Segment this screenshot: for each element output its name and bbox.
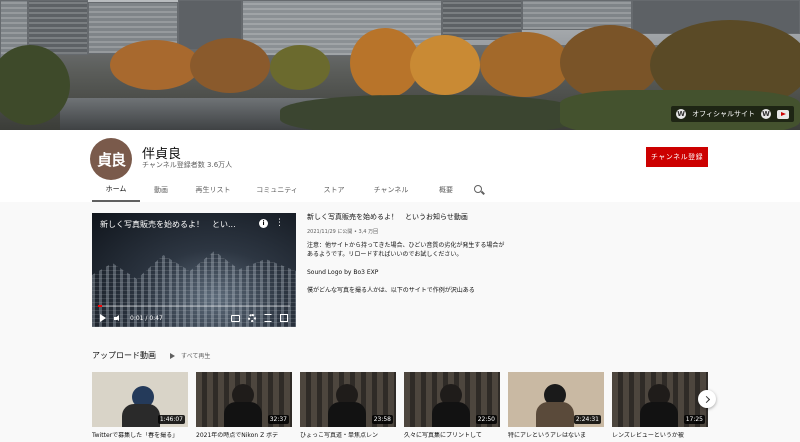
captions-icon[interactable] xyxy=(231,314,240,322)
thumbnail-figure xyxy=(432,402,470,427)
tab-channels[interactable]: チャンネル xyxy=(358,178,424,202)
video-card[interactable]: 2:24:31 特にアレというアレはないま xyxy=(508,372,604,440)
featured-body: 注意：他サイトから持ってきた場合、ひどい音質の劣化が発生する場合があるようです。… xyxy=(307,241,507,295)
banner-tree xyxy=(410,35,480,95)
uploads-title[interactable]: アップロード動画 xyxy=(92,350,156,361)
thumbnail-figure xyxy=(536,402,574,427)
video-card[interactable]: 22:50 久々に写真集にプリントして xyxy=(404,372,500,440)
wordpress-icon[interactable]: W xyxy=(761,109,771,119)
description-paragraph: 僕がどんな写真を撮る人かは、以下のサイトで作例が沢山ある xyxy=(307,287,475,294)
play-all-label: すべて再生 xyxy=(181,353,211,360)
video-duration: 23:58 xyxy=(371,415,393,424)
uploads-header: アップロード動画 すべて再生 xyxy=(92,350,210,361)
banner-links: W オフィシャルサイト W xyxy=(671,106,794,122)
banner-tree xyxy=(560,25,660,100)
play-icon[interactable] xyxy=(100,314,106,322)
wordpress-icon[interactable]: W xyxy=(676,109,687,119)
time-display: 0:01 / 0:47 xyxy=(130,314,163,322)
video-duration: 32:37 xyxy=(267,415,289,424)
channel-banner: W オフィシャルサイト W xyxy=(0,0,800,130)
thumbnail-figure xyxy=(122,404,160,427)
video-title[interactable]: 久々に写真集にプリントして xyxy=(404,432,500,440)
banner-tree xyxy=(270,45,330,90)
gear-icon[interactable] xyxy=(248,314,256,322)
thumbnail-figure xyxy=(640,402,678,427)
banner-tree xyxy=(280,95,580,130)
time-total: 0:47 xyxy=(149,314,163,322)
fullscreen-icon[interactable] xyxy=(280,314,288,322)
video-duration: 22:50 xyxy=(475,415,497,424)
video-thumbnail[interactable]: 32:37 xyxy=(196,372,292,427)
player-controls: 0:01 / 0:47 xyxy=(92,309,296,327)
description-paragraph: 注意：他サイトから持ってきた場合、ひどい音質の劣化が発生する場合があるようです。… xyxy=(307,242,505,258)
more-icon[interactable]: ⋮ xyxy=(275,218,284,228)
info-icon[interactable]: i xyxy=(259,219,268,228)
video-duration: 2:24:31 xyxy=(573,415,601,424)
tab-community[interactable]: コミュニティ xyxy=(244,178,310,202)
player-controls-right xyxy=(231,314,288,322)
official-site-link[interactable]: オフィシャルサイト xyxy=(692,109,755,119)
play-all-button[interactable]: すべて再生 xyxy=(170,351,210,360)
video-title[interactable]: ひょっこ写真道・単焦点レン xyxy=(300,432,396,440)
video-duration: 17:25 xyxy=(683,415,705,424)
tab-videos[interactable]: 動画 xyxy=(140,178,182,202)
video-card[interactable]: 17:25 レンズレビューというか被 xyxy=(612,372,708,440)
progress-bar[interactable] xyxy=(98,305,290,307)
tab-store[interactable]: ストア xyxy=(310,178,358,202)
video-title[interactable]: 特にアレというアレはないま xyxy=(508,432,604,440)
video-thumbnail[interactable]: 23:58 xyxy=(300,372,396,427)
uploads-shelf: 1:46:07 Twitterで募集した「春を撮る」 32:37 2021年の時… xyxy=(92,372,708,440)
chevron-right-icon xyxy=(702,395,710,403)
description-paragraph: Sound Logo by Bo3 EXP xyxy=(307,269,379,276)
play-icon xyxy=(170,352,175,359)
video-thumbnail[interactable]: 1:46:07 xyxy=(92,372,188,427)
subscriber-count: チャンネル登録者数 3.6万人 xyxy=(142,161,233,169)
featured-meta: 2021/11/29 に公開 • 3,4 万回 xyxy=(307,229,379,235)
shelf-next-button[interactable] xyxy=(698,390,716,408)
featured-description: 新しく写真販売を始めるよ！ というお知らせ動画 2021/11/29 に公開 •… xyxy=(307,212,507,304)
video-thumbnail[interactable]: 2:24:31 xyxy=(508,372,604,427)
thumbnail-figure xyxy=(224,402,262,427)
tab-home[interactable]: ホーム xyxy=(92,178,140,202)
banner-tree xyxy=(190,38,270,93)
volume-icon[interactable] xyxy=(114,314,122,322)
thumbnail-figure xyxy=(328,402,366,427)
subscribe-button[interactable]: チャンネル登録 xyxy=(646,147,708,167)
time-current: 0:01 xyxy=(130,314,144,322)
tab-playlists[interactable]: 再生リスト xyxy=(182,178,244,202)
video-card[interactable]: 32:37 2021年の時点でNikon Z ボデ xyxy=(196,372,292,440)
video-card[interactable]: 1:46:07 Twitterで募集した「春を撮る」 xyxy=(92,372,188,440)
miniplayer-icon[interactable] xyxy=(264,314,272,322)
search-icon[interactable] xyxy=(472,183,486,197)
banner-tree xyxy=(110,40,200,90)
progress-fill xyxy=(98,305,102,307)
video-title[interactable]: レンズレビューというか被 xyxy=(612,432,708,440)
video-thumbnail[interactable]: 22:50 xyxy=(404,372,500,427)
featured-title[interactable]: 新しく写真販売を始めるよ！ というお知らせ動画 xyxy=(307,212,507,222)
avatar[interactable]: 貞良 xyxy=(90,138,132,180)
video-thumbnail[interactable]: 17:25 xyxy=(612,372,708,427)
video-title[interactable]: 2021年の時点でNikon Z ボデ xyxy=(196,432,292,440)
video-card[interactable]: 23:58 ひょっこ写真道・単焦点レン xyxy=(300,372,396,440)
channel-tabs: ホーム 動画 再生リスト コミュニティ ストア チャンネル 概要 xyxy=(92,178,486,202)
youtube-icon[interactable] xyxy=(777,109,789,119)
featured-video-player[interactable]: 新しく写真販売を始めるよ！ とい... i ⋮ 0:01 / 0:47 xyxy=(92,213,296,327)
video-duration: 1:46:07 xyxy=(157,415,185,424)
player-title[interactable]: 新しく写真販売を始めるよ！ とい... xyxy=(100,219,236,230)
video-title[interactable]: Twitterで募集した「春を撮る」 xyxy=(92,432,188,440)
banner-tree xyxy=(480,32,570,97)
tab-about[interactable]: 概要 xyxy=(424,178,468,202)
